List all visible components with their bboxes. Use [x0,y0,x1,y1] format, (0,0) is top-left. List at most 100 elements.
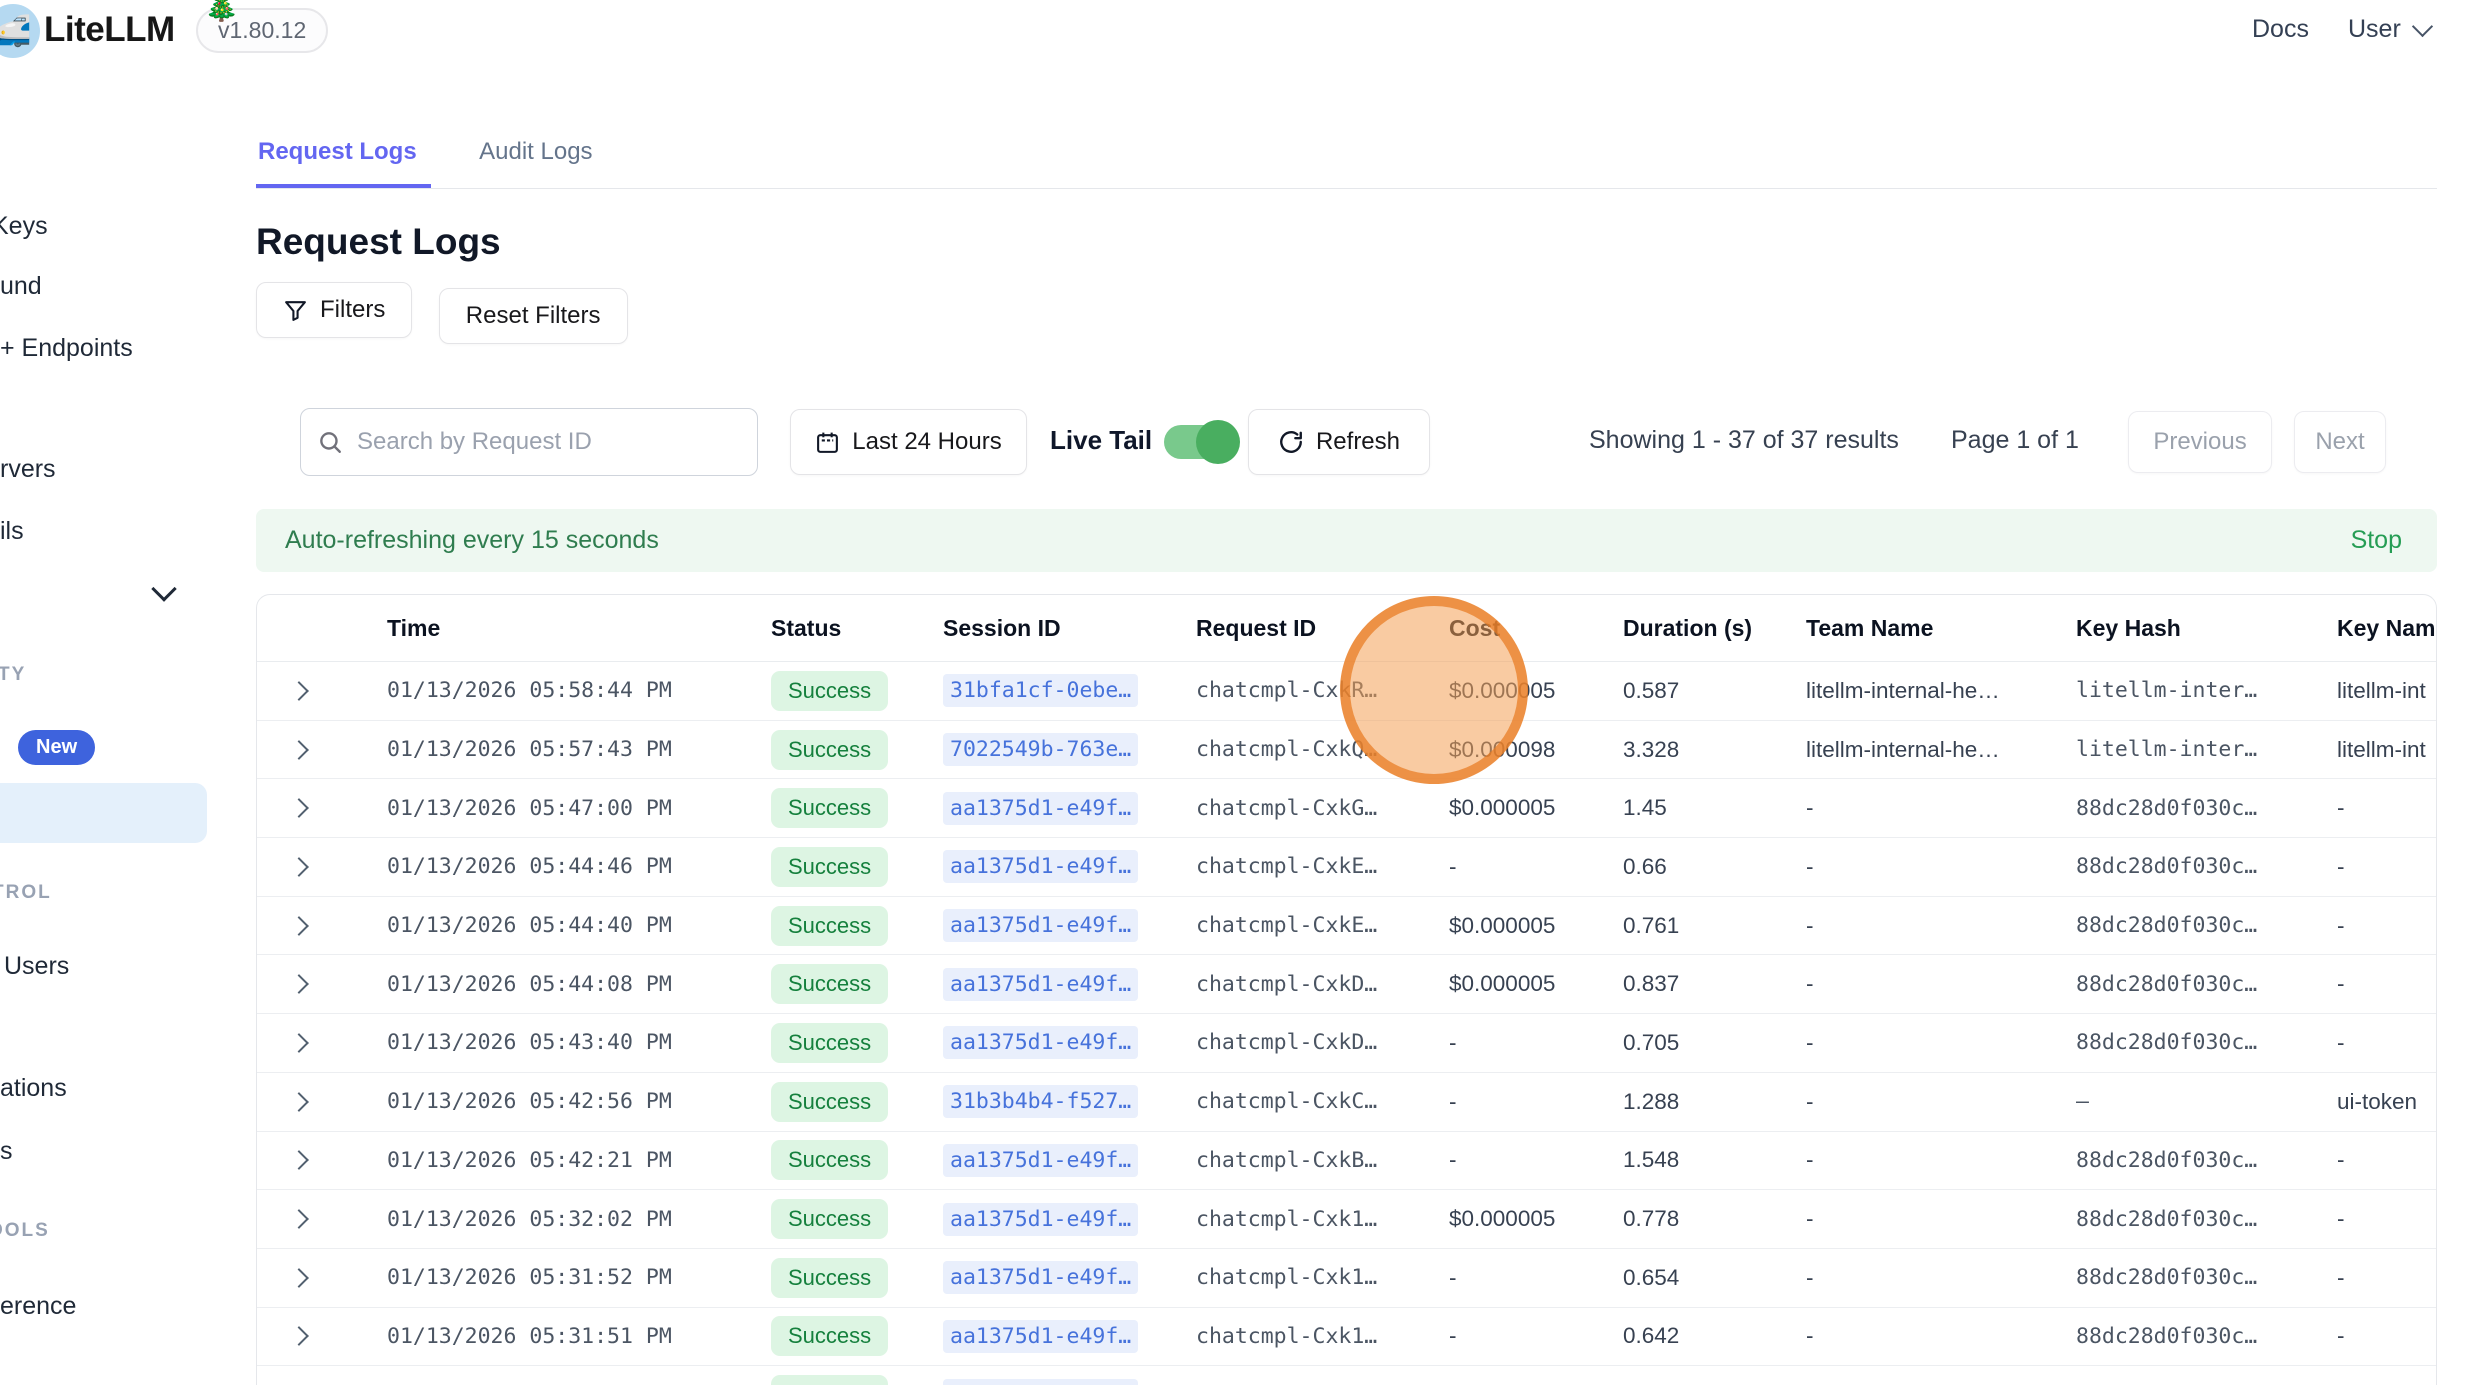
new-badge: New [18,730,95,765]
sidebar: Keys und + Endpoints rvers ils TY New TR… [0,62,210,1385]
expand-column-header [257,595,341,661]
table-row[interactable]: 01/13/2026 05:32:02 PM Success aa1375d1-… [257,1189,2436,1248]
session-id-link[interactable]: aa1375d1-e49f… [943,1320,1138,1353]
next-page-button[interactable]: Next [2294,411,2386,473]
search-icon [317,429,343,455]
expand-row-icon[interactable] [289,1033,309,1053]
refresh-icon [1278,429,1304,455]
status-badge: Success [771,1023,888,1063]
filters-row: Filters Reset Filters [256,282,628,338]
session-id-link[interactable]: aa1375d1-e49f… [943,1379,1138,1385]
table-row[interactable]: 01/13/2026 05:42:21 PM Success aa1375d1-… [257,1131,2436,1190]
app-header: 🚅 LiteLLM 🎄 v1.80.12 Docs User [0,0,2477,62]
logs-tabs: Request Logs Audit Logs [256,132,2437,189]
toggle-knob [1196,420,1240,464]
expand-row-icon[interactable] [289,1150,309,1170]
sidebar-item-guardrails[interactable]: ils [0,517,24,546]
sidebar-item-logs-active[interactable] [0,783,207,843]
sidebar-item-keys[interactable]: Keys [0,212,48,241]
table-row[interactable]: 01/13/2026 05:43:40 PM Success aa1375d1-… [257,1013,2436,1072]
status-badge: Success [771,1258,888,1298]
expand-row-icon[interactable] [289,974,309,994]
session-id-link[interactable]: aa1375d1-e49f… [943,1261,1138,1294]
expand-row-icon[interactable] [289,740,309,760]
session-id-link[interactable]: aa1375d1-e49f… [943,850,1138,883]
train-icon: 🚅 [0,14,32,49]
session-id-link[interactable]: 31b3b4b4-f527… [943,1085,1138,1118]
sidebar-item-servers[interactable]: rvers [0,455,56,484]
table-row[interactable]: 01/13/2026 05:57:43 PM Success 7022549b-… [257,720,2436,779]
live-tail-toggle[interactable] [1164,425,1236,459]
expand-row-icon[interactable] [289,681,309,701]
sidebar-item-api-reference[interactable]: erence [0,1292,76,1321]
expand-row-icon[interactable] [289,857,309,877]
column-header-key-hash: Key Hash [2066,595,2331,661]
funnel-icon [283,298,308,323]
reset-filters-label: Reset Filters [466,302,601,330]
sidebar-section-observability: TY [0,664,26,686]
sidebar-collapse-chevron-icon[interactable] [151,576,176,601]
filters-button-label: Filters [320,296,385,324]
sidebar-item-internal-users[interactable]: Users [4,952,69,981]
session-id-link[interactable]: aa1375d1-e49f… [943,909,1138,942]
table-row[interactable]: 01/13/2026 05:47:00 PM Success aa1375d1-… [257,778,2436,837]
date-range-label: Last 24 Hours [852,428,1001,456]
table-header-row: Time Status Session ID Request ID Cost D… [257,595,2436,662]
status-badge: Success [771,906,888,946]
tab-request-logs[interactable]: Request Logs [256,132,431,188]
previous-page-button[interactable]: Previous [2128,411,2272,473]
tab-audit-logs[interactable]: Audit Logs [477,132,606,184]
session-id-link[interactable]: aa1375d1-e49f… [943,1144,1138,1177]
column-header-key-name: Key Name [2331,595,2437,661]
auto-refresh-banner: Auto-refreshing every 15 seconds Stop [256,509,2437,572]
docs-link[interactable]: Docs [2252,15,2309,44]
status-badge: Success [771,1375,888,1385]
date-range-button[interactable]: Last 24 Hours [790,409,1027,475]
refresh-button[interactable]: Refresh [1248,409,1430,475]
stop-auto-refresh-link[interactable]: Stop [2351,526,2402,555]
sidebar-item-teams[interactable]: s [0,1137,13,1166]
request-logs-table: Time Status Session ID Request ID Cost D… [256,594,2437,1385]
expand-row-icon[interactable] [289,798,309,818]
session-id-link[interactable]: aa1375d1-e49f… [943,1203,1138,1236]
table-row[interactable]: 01/13/2026 05:31:51 PM Success aa1375d1-… [257,1307,2436,1366]
column-header-request-id: Request ID [1186,595,1441,661]
sidebar-item-playground[interactable]: und [0,272,42,301]
chevron-down-icon [2412,16,2433,37]
brand-title: LiteLLM [44,10,175,50]
expand-row-icon[interactable] [289,1092,309,1112]
table-row[interactable]: 01/13/2026 05:58:44 PM Success 31bfa1cf-… [257,662,2436,720]
sidebar-section-access-control: TROL [0,882,52,904]
page-indicator: Page 1 of 1 [1951,426,2079,455]
expand-row-icon[interactable] [289,1268,309,1288]
session-id-link[interactable]: aa1375d1-e49f… [943,968,1138,1001]
table-row[interactable]: 01/13/2026 05:31:52 PM Success aa1375d1-… [257,1248,2436,1307]
column-header-cost: Cost [1441,595,1611,661]
session-id-link[interactable]: aa1375d1-e49f… [943,1026,1138,1059]
user-menu[interactable]: User [2348,15,2430,44]
litellm-admin-app: 🚅 LiteLLM 🎄 v1.80.12 Docs User Keys und … [0,0,2477,1385]
status-badge: Success [771,1082,888,1122]
status-badge: Success [771,730,888,770]
status-badge: Success [771,1316,888,1356]
table-row[interactable]: 01/13/2026 05:44:40 PM Success aa1375d1-… [257,896,2436,955]
table-row[interactable]: 01/13/2026 05:42:56 PM Success 31b3b4b4-… [257,1072,2436,1131]
search-input[interactable] [355,427,741,457]
expand-row-icon[interactable] [289,916,309,936]
session-id-link[interactable]: 31bfa1cf-0ebe… [943,674,1138,707]
expand-row-icon[interactable] [289,1327,309,1347]
sidebar-item-organizations[interactable]: ations [0,1074,67,1103]
session-id-link[interactable]: aa1375d1-e49f… [943,792,1138,825]
sidebar-item-models-endpoints[interactable]: + Endpoints [0,334,133,363]
live-tail-label: Live Tail [1050,425,1152,456]
reset-filters-button[interactable]: Reset Filters [439,288,628,344]
expand-row-icon[interactable] [289,1209,309,1229]
christmas-tree-icon: 🎄 [204,0,239,23]
column-header-session-id: Session ID [931,595,1186,661]
sidebar-section-tools: OOLS [0,1220,50,1242]
table-row[interactable]: 01/13/2026 05:31:38 PM Success aa1375d1-… [257,1365,2436,1385]
session-id-link[interactable]: 7022549b-763e… [943,733,1138,766]
table-row[interactable]: 01/13/2026 05:44:08 PM Success aa1375d1-… [257,954,2436,1013]
table-row[interactable]: 01/13/2026 05:44:46 PM Success aa1375d1-… [257,837,2436,896]
filters-button[interactable]: Filters [256,282,412,338]
